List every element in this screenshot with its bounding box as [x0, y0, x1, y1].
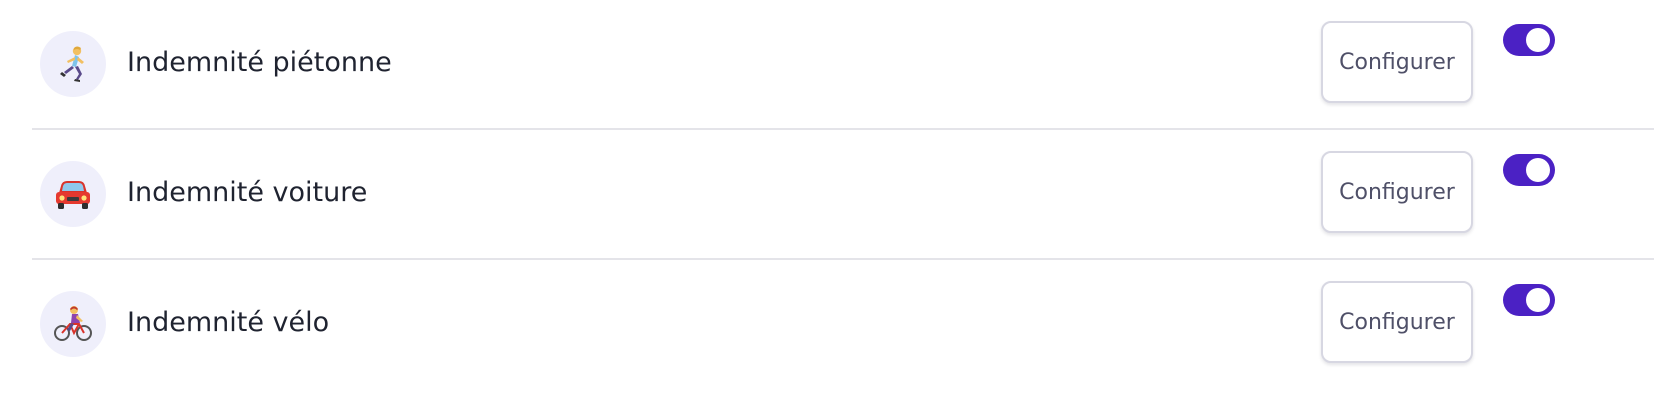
allowance-label: Indemnité piétonne [127, 47, 392, 78]
allowance-list: Indemnité piétonne Configurer Indemnité … [32, 0, 1654, 390]
list-item-pedestrian-allowance: Indemnité piétonne Configurer [32, 0, 1654, 130]
list-item-car-allowance: Indemnité voiture Configurer [32, 130, 1654, 260]
configure-button[interactable]: Configurer [1321, 281, 1473, 363]
allowance-label: Indemnité vélo [127, 307, 330, 338]
configure-button[interactable]: Configurer [1321, 151, 1473, 233]
enable-toggle[interactable] [1503, 284, 1555, 316]
enable-toggle[interactable] [1503, 154, 1555, 186]
running-woman-icon [40, 31, 106, 97]
toggle-knob [1526, 158, 1550, 182]
car-icon [40, 161, 106, 227]
toggle-knob [1526, 288, 1550, 312]
list-item-bike-allowance: Indemnité vélo Configurer [32, 260, 1654, 390]
allowance-label: Indemnité voiture [127, 177, 368, 208]
toggle-knob [1526, 28, 1550, 52]
woman-biking-icon [40, 291, 106, 357]
configure-button[interactable]: Configurer [1321, 21, 1473, 103]
enable-toggle[interactable] [1503, 24, 1555, 56]
